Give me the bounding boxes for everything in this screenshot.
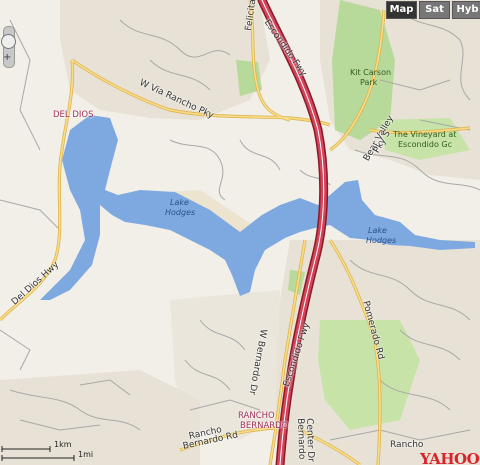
rancho-bernardo-place-label-1: RANCHO (238, 411, 275, 421)
satellite-view-button[interactable]: Sat (419, 1, 450, 19)
zoom-in-icon[interactable]: + (3, 52, 11, 63)
map-view-button[interactable]: Map (386, 1, 417, 19)
kit-carson-label-2: Park (360, 78, 378, 87)
hybrid-view-button[interactable]: Hyb (452, 1, 480, 19)
vineyard-label-2: Escondido Gc (398, 140, 452, 149)
lake-hodges-east-label-1: Lake (368, 226, 387, 235)
vineyard-label-1: The Vineyard at (393, 130, 457, 139)
bernardo-center-label-2: Center Dr (304, 418, 316, 463)
rancho-east-label: Rancho (390, 440, 424, 450)
map-base-layer (0, 0, 480, 465)
map-canvas[interactable]: DEL DIOS RANCHO BERNARDO Lake Hodges Lak… (0, 0, 480, 465)
scale-km-label: 1km (54, 440, 72, 449)
yahoo-logo[interactable]: YAHOO! (420, 450, 480, 465)
zoom-slider-handle[interactable] (1, 34, 16, 49)
map-type-switcher: Map Sat Hyb (386, 1, 480, 19)
lake-hodges-east-label-2: Hodges (366, 236, 397, 245)
rancho-bernardo-place-label-2: BERNARDO (240, 421, 289, 431)
del-dios-label: DEL DIOS (53, 110, 94, 120)
kit-carson-label-1: Kit Carson (350, 68, 392, 77)
zoom-control: + (0, 26, 16, 68)
scale-mi-label: 1mi (78, 450, 94, 459)
lake-hodges-west-label-1: Lake (170, 198, 189, 207)
lake-hodges-west-label-2: Hodges (165, 208, 196, 217)
